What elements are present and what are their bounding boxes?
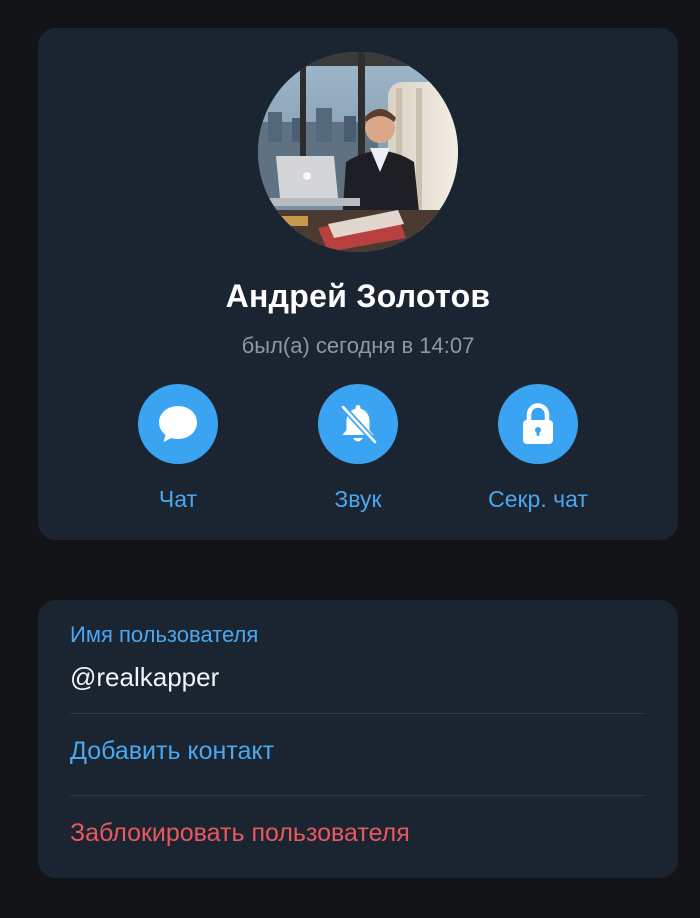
avatar[interactable] [258, 52, 458, 252]
chat-bubble-icon [159, 406, 197, 442]
chat-button-label: Чат [158, 486, 198, 512]
chat-button-circle[interactable] [138, 384, 218, 464]
secret-chat-button-circle[interactable] [498, 384, 578, 464]
last-seen-status: был(а) сегодня в 14:07 [241, 333, 475, 358]
sound-button[interactable]: Звук [268, 384, 448, 524]
block-user-button[interactable]: Заблокировать пользователя [70, 819, 410, 848]
bell-muted-icon [340, 404, 378, 445]
info-card: Имя пользователя @realkapper Добавить ко… [38, 600, 678, 878]
divider [70, 795, 646, 796]
profile-name: Андрей Золотов [225, 278, 491, 314]
username-value[interactable]: @realkapper [70, 662, 219, 693]
secret-chat-button[interactable]: Секр. чат [448, 384, 628, 524]
username-label: Имя пользователя [70, 622, 259, 647]
sound-button-circle[interactable] [318, 384, 398, 464]
secret-chat-button-label: Секр. чат [488, 486, 588, 512]
avatar-photo [258, 52, 458, 252]
chat-button[interactable]: Чат [88, 384, 268, 524]
lock-icon [523, 403, 553, 444]
divider [70, 713, 646, 714]
profile-card: Андрей Золотов был(а) сегодня в 14:07 Ча… [38, 28, 678, 540]
add-contact-button[interactable]: Добавить контакт [70, 737, 274, 766]
sound-button-label: Звук [334, 486, 382, 512]
